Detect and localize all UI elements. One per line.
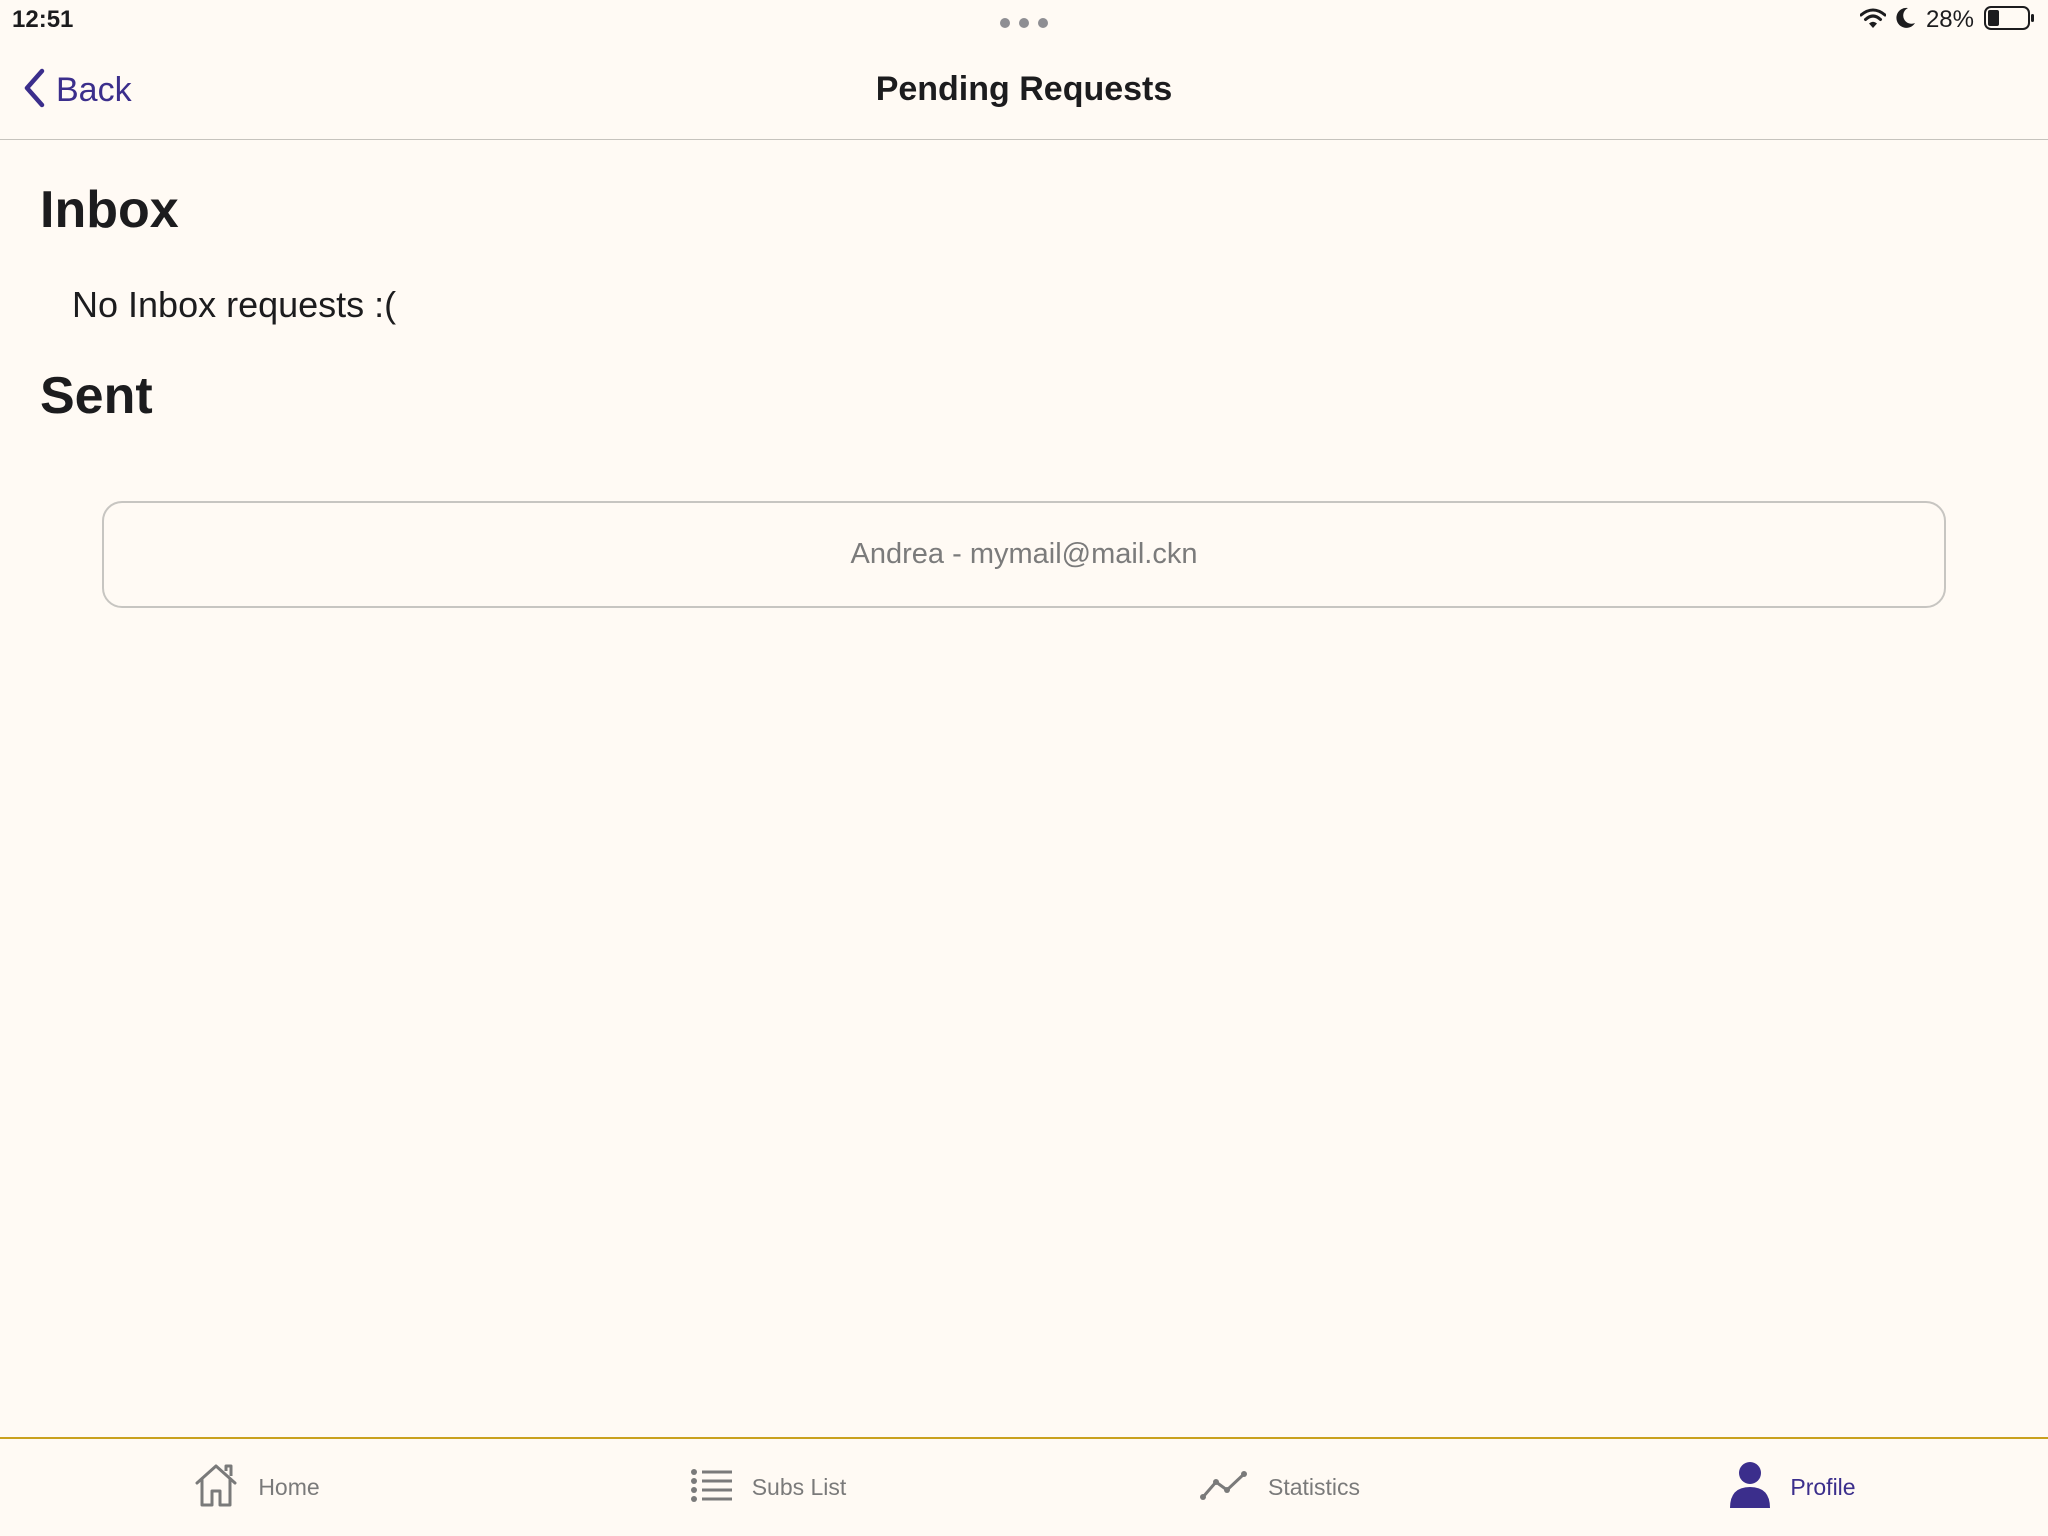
inbox-heading: Inbox	[40, 181, 179, 239]
tab-bar: Home Subs List Statistics Profile	[0, 1437, 2048, 1536]
wifi-icon	[1859, 7, 1887, 34]
chart-line-icon	[1199, 1470, 1250, 1505]
battery-percentage: 28%	[1925, 6, 1974, 33]
page-title: Pending Requests	[875, 70, 1173, 108]
status-bar: 12:51 28%	[0, 0, 2048, 40]
tab-home-label: Home	[258, 1474, 320, 1500]
navigation-bar: Back Pending Requests	[0, 40, 2048, 140]
multitasking-dots-icon[interactable]	[1000, 18, 1048, 30]
list-icon	[690, 1467, 734, 1508]
sent-request-card[interactable]: Andrea - mymail@mail.ckn	[102, 501, 1946, 608]
tab-profile-label: Profile	[1790, 1474, 1856, 1500]
tab-statistics-label: Statistics	[1267, 1474, 1361, 1500]
battery-icon	[1984, 5, 2036, 36]
status-time: 12:51	[12, 6, 74, 33]
status-indicators: 28%	[1859, 5, 2036, 36]
tab-statistics[interactable]: Statistics	[1024, 1439, 1536, 1536]
moon-icon	[1896, 7, 1916, 34]
tab-profile[interactable]: Profile	[1536, 1439, 2048, 1536]
inbox-empty-message: No Inbox requests :(	[72, 284, 397, 325]
tab-subs-list[interactable]: Subs List	[512, 1439, 1024, 1536]
tab-subs-list-label: Subs List	[751, 1474, 847, 1500]
home-icon	[192, 1461, 240, 1514]
sent-heading: Sent	[40, 367, 153, 425]
person-icon	[1728, 1461, 1772, 1514]
sent-request-label: Andrea - mymail@mail.ckn	[850, 538, 1198, 570]
tab-home[interactable]: Home	[0, 1439, 512, 1536]
